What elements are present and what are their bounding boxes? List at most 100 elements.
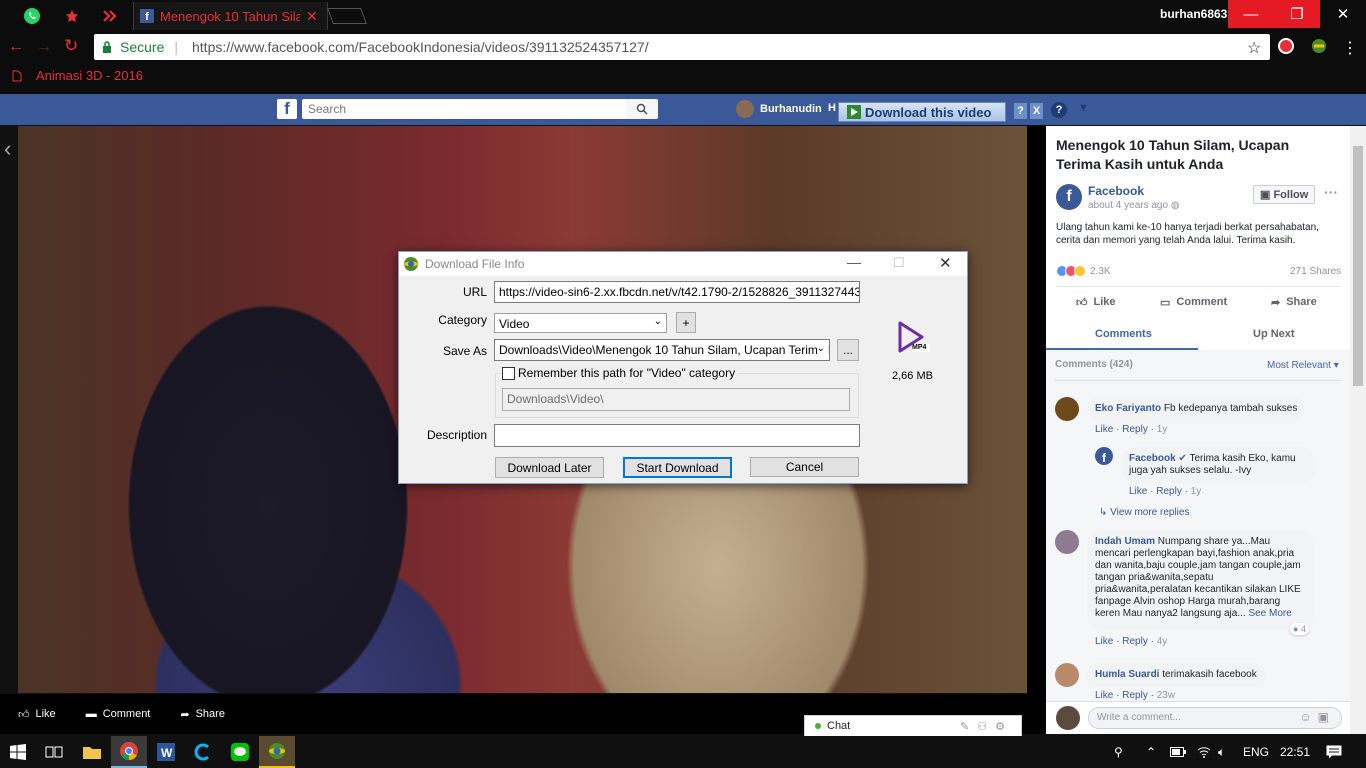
comment-reply[interactable]: Reply — [1122, 690, 1148, 701]
profile-link[interactable]: Burhanudin — [736, 100, 822, 118]
task-view-icon[interactable] — [36, 736, 72, 768]
dialog-minimize-button[interactable]: — — [847, 254, 861, 270]
help-icon[interactable]: ? — [1051, 102, 1067, 118]
pinned-tab-icon-2[interactable] — [96, 2, 124, 30]
close-window-button[interactable]: ✕ — [1320, 0, 1366, 28]
page-avatar-icon[interactable]: f — [1095, 447, 1113, 465]
avatar[interactable] — [1055, 530, 1079, 554]
comment-like[interactable]: Like — [1095, 636, 1113, 647]
tab-close-icon[interactable]: ✕ — [306, 8, 318, 25]
scrollbar-thumb[interactable] — [1353, 146, 1363, 386]
back-icon[interactable]: ← — [8, 38, 24, 56]
remember-path-checkbox[interactable]: Remember this path for "Video" category — [502, 366, 740, 380]
emoji-photo-icons[interactable]: ☺▣ — [1299, 710, 1335, 724]
post-share-button[interactable]: ➦ Share — [1271, 296, 1317, 309]
view-more-replies[interactable]: ↳ View more replies — [1099, 507, 1189, 518]
wifi-icon[interactable] — [1197, 736, 1211, 768]
comment-time[interactable]: 4y — [1157, 636, 1168, 647]
account-dropdown-icon[interactable]: ▼ — [1078, 102, 1089, 114]
comment-reply[interactable]: Reply — [1156, 486, 1182, 497]
action-center-icon[interactable] — [1326, 736, 1342, 768]
more-options-icon[interactable]: ··· — [1324, 184, 1338, 200]
idm-extension-icon[interactable] — [1310, 38, 1328, 54]
post-like-button[interactable]: 👍︎ Like — [1076, 296, 1116, 309]
comment-input[interactable]: Write a comment... ☺▣ — [1088, 707, 1342, 729]
bookmark-item[interactable]: Animasi 3D - 2016 — [36, 68, 143, 83]
download-later-button[interactable]: Download Later — [495, 457, 604, 478]
pinned-tab-icon[interactable] — [58, 2, 86, 30]
chrome-icon[interactable] — [111, 736, 147, 768]
battery-icon[interactable] — [1170, 736, 1186, 768]
minimize-button[interactable]: — — [1228, 0, 1274, 28]
download-close-button[interactable]: X — [1029, 102, 1044, 120]
post-comment-button[interactable]: ▭ Comment — [1160, 296, 1227, 309]
follow-button[interactable]: ▣ Follow — [1253, 185, 1316, 204]
avatar[interactable] — [1055, 663, 1079, 687]
file-explorer-icon[interactable] — [74, 736, 110, 768]
category-select[interactable]: Video ⌄ — [494, 313, 667, 333]
restore-button[interactable]: ❐ — [1274, 0, 1320, 28]
page-name[interactable]: Facebook — [1088, 184, 1180, 198]
reload-icon[interactable]: ↻ — [64, 36, 78, 56]
chat-bar[interactable]: Chat ✎⚇⚙ — [804, 715, 1022, 737]
line-icon[interactable] — [222, 736, 258, 768]
bookmark-star-icon[interactable]: ☆ — [1247, 38, 1261, 58]
new-tab-button[interactable] — [327, 8, 367, 24]
reactions-summary[interactable]: 2.3K — [1056, 265, 1111, 277]
comment-reply[interactable]: Reply — [1122, 424, 1148, 435]
comment-time[interactable]: 1y — [1157, 424, 1168, 435]
comment-reply[interactable]: Reply — [1122, 636, 1148, 647]
dialog-close-button[interactable]: ✕ — [939, 254, 952, 272]
dialog-titlebar[interactable]: Download File Info — ☐ ✕ — [399, 252, 967, 276]
facebook-logo-icon[interactable]: f — [277, 99, 297, 119]
previous-video-icon[interactable]: ‹ — [4, 136, 11, 162]
comment-time[interactable]: 23w — [1157, 690, 1175, 701]
windows-start-icon[interactable] — [0, 736, 36, 768]
browse-button[interactable]: ... — [837, 339, 859, 361]
download-help-button[interactable]: ? — [1013, 102, 1028, 120]
comment-like[interactable]: Like — [1129, 486, 1147, 497]
cancel-button[interactable]: Cancel — [750, 457, 859, 477]
shares-count[interactable]: 271 Shares — [1290, 266, 1341, 277]
language-indicator[interactable]: ENG — [1243, 736, 1269, 768]
volume-icon[interactable]: 🔈︎ — [1218, 736, 1225, 768]
add-category-button[interactable]: + — [676, 312, 696, 333]
menu-icon[interactable]: ⋮ — [1342, 38, 1358, 58]
chat-tools-icons[interactable]: ✎⚇⚙ — [960, 720, 1013, 733]
url-field[interactable]: https://video-sin6-2.xx.fbcdn.net/v/t42.… — [494, 281, 860, 303]
whatsapp-tab-icon[interactable] — [18, 2, 46, 30]
posted-time[interactable]: about 4 years ago — [1088, 200, 1168, 211]
saveas-combobox[interactable]: Downloads\Video\Menengok 10 Tahun Silam,… — [494, 339, 830, 361]
idm-taskbar-icon[interactable] — [259, 736, 295, 768]
word-icon[interactable]: W — [148, 736, 184, 768]
description-input[interactable] — [494, 424, 860, 447]
address-bar[interactable]: Secure | https://www.facebook.com/Facebo… — [94, 34, 1270, 60]
commenter-name[interactable]: Indah Umam — [1095, 536, 1155, 547]
logitech-icon[interactable] — [185, 736, 221, 768]
comment-reactions[interactable]: ● 4 — [1290, 623, 1309, 635]
video-like-button[interactable]: 👍︎ Like — [18, 708, 56, 721]
commenter-name[interactable]: Eko Fariyanto — [1095, 403, 1161, 414]
commenter-name[interactable]: Facebook — [1129, 453, 1176, 464]
people-icon[interactable]: ⚲ — [1114, 736, 1123, 768]
video-comment-button[interactable]: ▬ Comment — [86, 708, 151, 720]
extension-icon[interactable] — [1278, 38, 1294, 54]
sort-dropdown[interactable]: Most Relevant ▾ — [1267, 360, 1339, 371]
comment-time[interactable]: 1y — [1191, 486, 1202, 497]
profile-name[interactable]: burhan6863 — [1160, 7, 1227, 21]
tab-up-next[interactable]: Up Next — [1253, 328, 1295, 340]
search-icon[interactable] — [626, 99, 658, 119]
avatar[interactable] — [1055, 397, 1079, 421]
url-text[interactable]: https://www.facebook.com/FacebookIndones… — [192, 39, 649, 55]
video-share-button[interactable]: ➦ Share — [180, 708, 225, 721]
page-avatar-icon[interactable]: f — [1056, 184, 1082, 210]
tab-comments[interactable]: Comments — [1095, 328, 1152, 340]
panel-scrollbar[interactable] — [1350, 126, 1366, 734]
commenter-name[interactable]: Humla Suardi — [1095, 669, 1159, 680]
home-link[interactable]: H — [828, 102, 836, 114]
active-tab[interactable]: f Menengok 10 Tahun Silam ✕ — [133, 2, 328, 30]
start-download-button[interactable]: Start Download — [623, 457, 732, 478]
comment-like[interactable]: Like — [1095, 424, 1113, 435]
see-more-link[interactable]: See More — [1248, 608, 1291, 619]
show-hidden-icons[interactable]: ⌃ — [1146, 736, 1156, 768]
